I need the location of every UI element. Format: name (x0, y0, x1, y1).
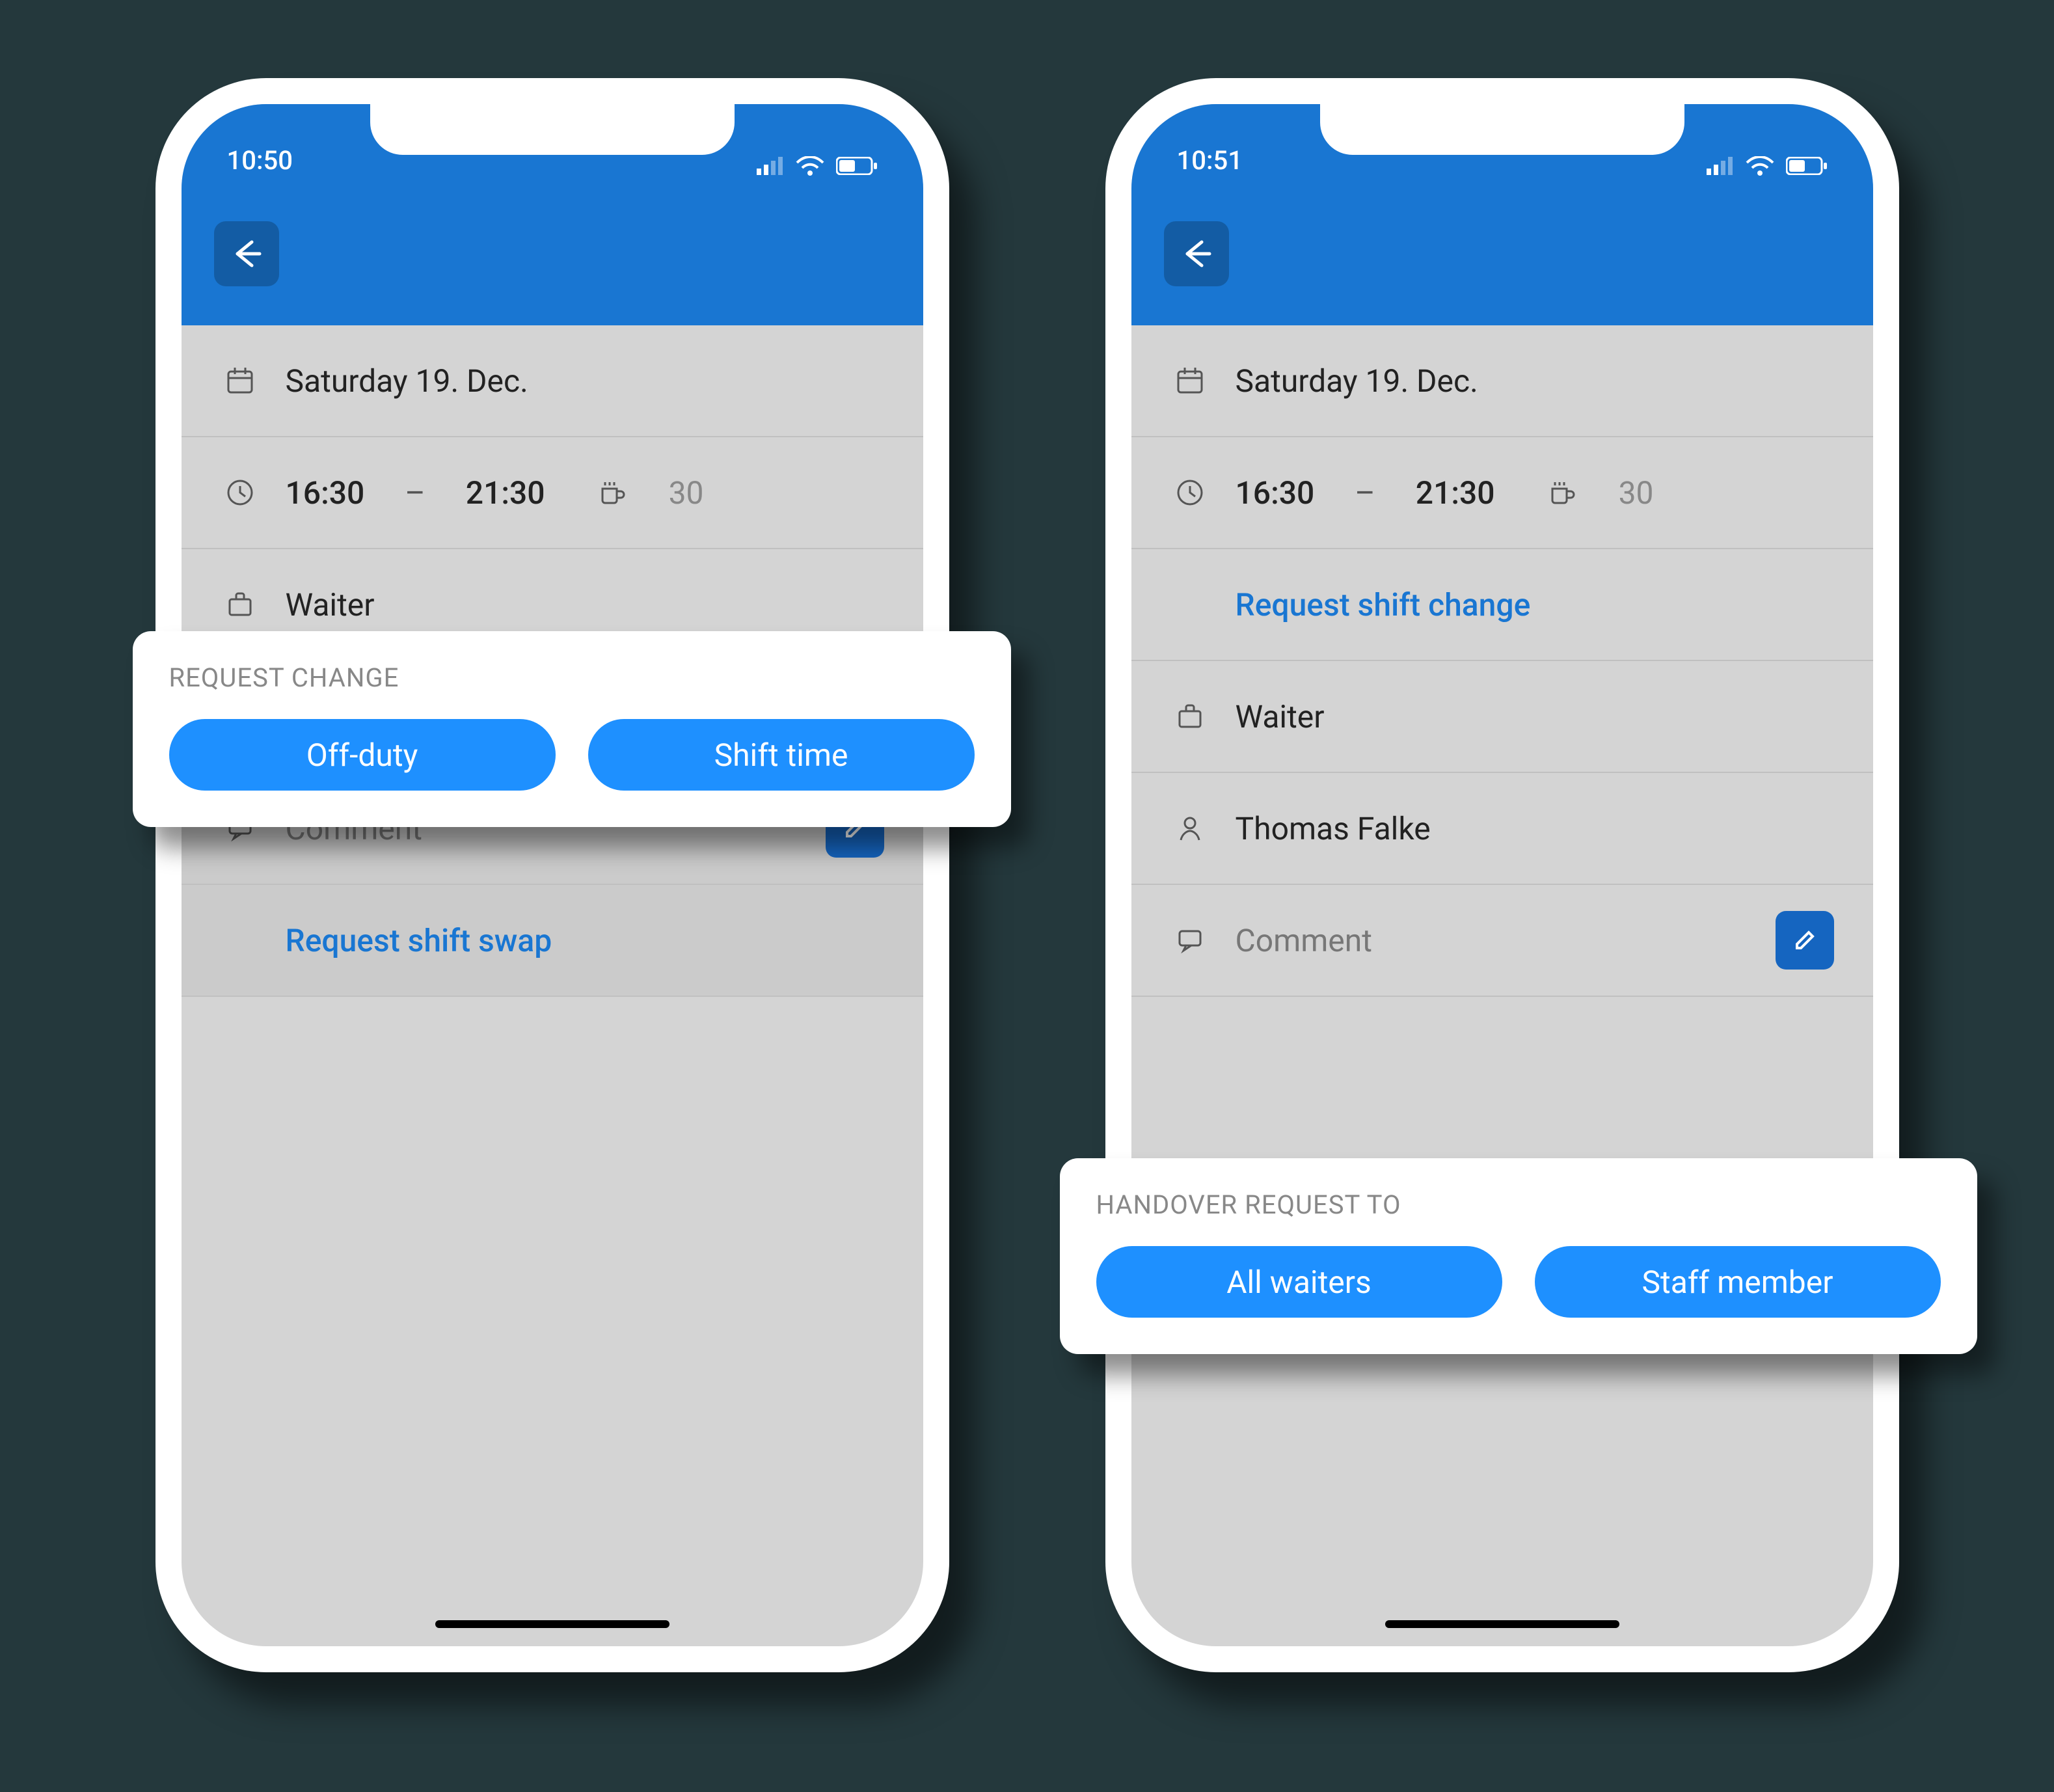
role-value: Waiter (286, 586, 375, 623)
break-minutes: 30 (1619, 474, 1654, 511)
screen: 10:50 (182, 104, 923, 1646)
date-row: Saturday 19. Dec. (1131, 325, 1873, 437)
time-end: 21:30 (466, 474, 545, 511)
date-value: Saturday 19. Dec. (1236, 362, 1478, 400)
date-value: Saturday 19. Dec. (286, 362, 528, 400)
briefcase-icon (221, 589, 260, 620)
date-row: Saturday 19. Dec. (182, 325, 923, 437)
status-icons (1707, 156, 1828, 176)
notch (370, 104, 735, 155)
briefcase-icon (1170, 701, 1209, 732)
calendar-icon (221, 365, 260, 396)
clock-icon (1170, 477, 1209, 508)
status-time: 10:50 (227, 145, 293, 176)
request-swap-row[interactable]: Request shift swap (182, 885, 923, 997)
wifi-icon (796, 156, 824, 176)
break-minutes: 30 (669, 474, 704, 511)
mug-icon (592, 478, 631, 507)
signal-icon (1707, 157, 1734, 175)
comment-label: Comment (1236, 922, 1750, 959)
app-header (182, 182, 923, 325)
request-swap-label: Request shift swap (286, 922, 552, 959)
battery-icon (1786, 157, 1828, 175)
comment-row[interactable]: Comment (1131, 885, 1873, 997)
mug-icon (1542, 478, 1581, 507)
back-button[interactable] (1164, 221, 1229, 286)
person-icon (1170, 813, 1209, 844)
request-change-label: Request shift change (1236, 586, 1531, 623)
role-row: Waiter (1131, 661, 1873, 773)
callout-title: REQUEST CHANGE (169, 662, 975, 693)
battery-icon (836, 157, 878, 175)
edit-comment-button[interactable] (1776, 911, 1834, 970)
staff-member-button[interactable]: Staff member (1535, 1246, 1941, 1318)
phone-right: 10:51 (1086, 78, 1919, 1672)
device-frame: 10:50 (155, 78, 949, 1672)
time-start: 16:30 (1236, 474, 1315, 511)
home-indicator[interactable] (1385, 1620, 1619, 1628)
role-value: Waiter (1236, 698, 1325, 735)
time-start: 16:30 (286, 474, 365, 511)
assignee-row: Thomas Falke (1131, 773, 1873, 885)
shift-details: Saturday 19. Dec. 16:30 – 21:30 30 (182, 325, 923, 1646)
time-dash: – (405, 474, 426, 511)
status-time: 10:51 (1177, 145, 1243, 176)
comment-icon (1170, 925, 1209, 956)
time-row: 16:30 – 21:30 30 (1131, 437, 1873, 549)
screen: 10:51 (1131, 104, 1873, 1646)
status-icons (757, 156, 878, 176)
calendar-icon (1170, 365, 1209, 396)
all-waiters-button[interactable]: All waiters (1096, 1246, 1502, 1318)
home-indicator[interactable] (435, 1620, 669, 1628)
clock-icon (221, 477, 260, 508)
time-row: 16:30 – 21:30 30 (182, 437, 923, 549)
request-change-callout: REQUEST CHANGE Off-duty Shift time (133, 631, 1011, 827)
shift-time-button[interactable]: Shift time (588, 719, 975, 791)
request-change-row[interactable]: Request shift change (1131, 549, 1873, 661)
time-dash: – (1355, 474, 1375, 511)
handover-request-callout: HANDOVER REQUEST TO All waiters Staff me… (1060, 1158, 1977, 1354)
notch (1320, 104, 1684, 155)
time-end: 21:30 (1416, 474, 1495, 511)
shift-details: Saturday 19. Dec. 16:30 – 21:30 30 (1131, 325, 1873, 1646)
off-duty-button[interactable]: Off-duty (169, 719, 556, 791)
phone-left: 10:50 (136, 78, 969, 1672)
device-frame: 10:51 (1105, 78, 1899, 1672)
callout-title: HANDOVER REQUEST TO (1096, 1189, 1941, 1220)
back-button[interactable] (214, 221, 279, 286)
app-header (1131, 182, 1873, 325)
assignee-value: Thomas Falke (1236, 810, 1431, 847)
wifi-icon (1746, 156, 1774, 176)
signal-icon (757, 157, 784, 175)
